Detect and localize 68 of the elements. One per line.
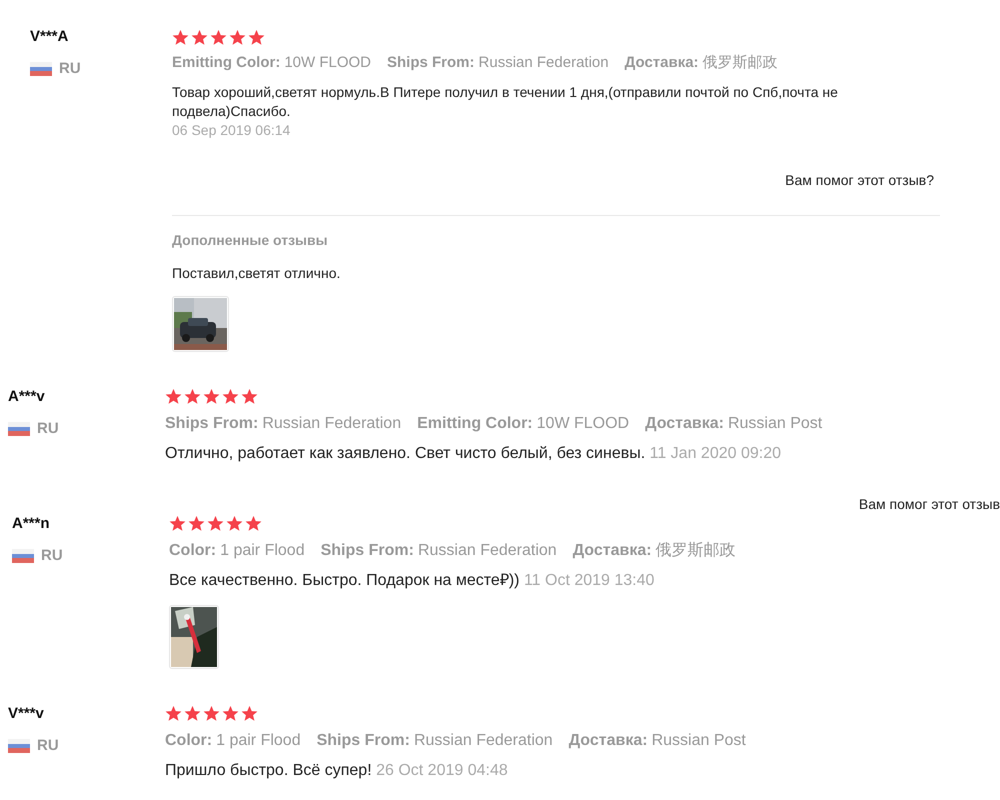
attribute-label: Emitting Color:: [172, 53, 280, 73]
star-icon: [241, 705, 258, 722]
attribute-label: Emitting Color:: [417, 414, 533, 434]
attribute-label: Доставка:: [645, 414, 724, 434]
star-icon: [184, 705, 201, 722]
star-icon: [229, 28, 246, 46]
attribute-label: Ships From:: [320, 540, 414, 560]
star-icon: [172, 28, 189, 46]
flag-icon: [30, 62, 52, 76]
helpful-prompt: Вам помог этот отзыв?: [785, 170, 934, 190]
review-text: Пришло быстро. Всё супер!: [165, 762, 372, 778]
attribute-label: Color:: [169, 540, 216, 560]
review-date: 26 Oct 2019 04:48: [376, 762, 508, 778]
helpful-prompt: Вам помог этот отзыв: [858, 494, 1000, 514]
star-icon: [248, 28, 265, 46]
star-icon: [188, 515, 205, 532]
attribute-value: 俄罗斯邮政: [656, 540, 736, 560]
attribute-value: Russian Federation: [414, 730, 553, 750]
reviewer-name: V***A: [30, 28, 70, 46]
star-icon: [165, 705, 182, 722]
review-text: Товар хороший,светят нормуль.В Питере получил в течении 1 дня,(отправили почтой по Спб,почта не подвела)Спасибо.: [172, 82, 839, 120]
review-date: 11 Jan 2020 09:20: [650, 444, 781, 462]
attribute-label: Ships From:: [316, 730, 410, 750]
star-icon: [169, 515, 186, 532]
attribute-label: Ships From:: [387, 53, 475, 73]
attribute-value: 俄罗斯邮政: [702, 53, 778, 73]
country-code: RU: [41, 546, 63, 566]
country-code: RU: [37, 736, 59, 756]
attribute-value: 10W FLOOD: [284, 53, 372, 73]
star-icon: [191, 28, 208, 46]
review-text: Отлично, работает как заявлено. Свет чисто белый, без синевы.: [165, 444, 646, 462]
review-text: Поставил,светят отлично.: [172, 264, 342, 282]
star-icon: [203, 388, 220, 405]
attribute-value: Russian Federation: [478, 53, 609, 73]
reviewer-name: A***v: [8, 388, 46, 406]
star-icon: [226, 515, 243, 532]
star-icon: [184, 388, 201, 405]
review-date: 11 Oct 2019 13:40: [524, 572, 654, 588]
reviewer-name: A***n: [12, 514, 51, 532]
review-text: Все качественно. Быстро. Подарок на месте₽)): [169, 572, 520, 588]
attribute-value: 1 pair Flood: [220, 540, 305, 560]
attribute-value: Russian Federation: [418, 540, 557, 560]
star-icon: [207, 515, 224, 532]
attribute-label: Доставка:: [572, 540, 652, 560]
flag-icon: [8, 422, 30, 436]
attribute-label: Доставка:: [624, 53, 699, 73]
attribute-label: Color:: [165, 730, 212, 750]
attribute-value: Russian Post: [728, 414, 822, 434]
country-code: RU: [37, 418, 59, 438]
attribute-label: Доставка:: [568, 730, 648, 750]
country-code: RU: [59, 59, 81, 79]
reviewer-name: V***v: [8, 704, 45, 722]
section-heading: Дополненные отзывы: [172, 230, 329, 250]
attribute-value: 1 pair Flood: [216, 730, 301, 750]
star-icon: [222, 388, 239, 405]
star-icon: [165, 388, 182, 405]
review-date: 06 Sep 2019 06:14: [172, 120, 292, 140]
star-icon: [210, 28, 227, 46]
star-icon: [203, 705, 220, 722]
star-icon: [245, 515, 262, 532]
flag-icon: [12, 548, 34, 563]
flag-icon: [8, 738, 30, 753]
star-icon: [222, 705, 239, 722]
attribute-label: Ships From:: [165, 414, 258, 434]
attribute-value: Russian Federation: [262, 414, 402, 434]
star-icon: [241, 388, 258, 405]
attribute-value: Russian Post: [652, 730, 746, 750]
attribute-value: 10W FLOOD: [536, 414, 630, 434]
